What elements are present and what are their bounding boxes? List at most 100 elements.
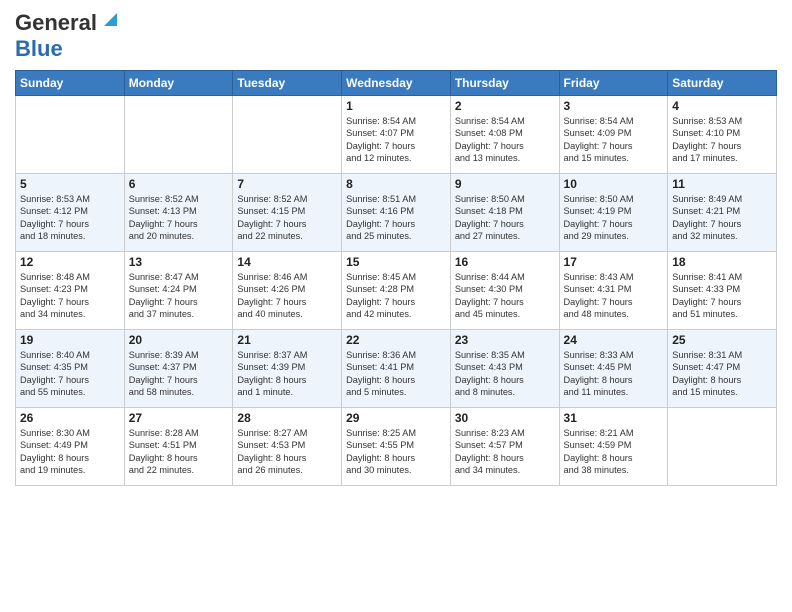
logo-general: General — [15, 10, 97, 36]
calendar-cell: 30Sunrise: 8:23 AMSunset: 4:57 PMDayligh… — [450, 408, 559, 486]
day-number: 25 — [672, 333, 772, 347]
col-header-friday: Friday — [559, 71, 668, 96]
calendar-cell — [16, 96, 125, 174]
calendar-cell: 21Sunrise: 8:37 AMSunset: 4:39 PMDayligh… — [233, 330, 342, 408]
day-number: 7 — [237, 177, 337, 191]
day-info: Sunrise: 8:47 AMSunset: 4:24 PMDaylight:… — [129, 271, 229, 321]
day-number: 6 — [129, 177, 229, 191]
day-number: 12 — [20, 255, 120, 269]
col-header-thursday: Thursday — [450, 71, 559, 96]
day-info: Sunrise: 8:53 AMSunset: 4:10 PMDaylight:… — [672, 115, 772, 165]
day-info: Sunrise: 8:50 AMSunset: 4:19 PMDaylight:… — [564, 193, 664, 243]
day-info: Sunrise: 8:52 AMSunset: 4:15 PMDaylight:… — [237, 193, 337, 243]
calendar-cell: 4 Sunrise: 8:53 AMSunset: 4:10 PMDaylight… — [668, 96, 777, 174]
calendar-week-2: 12 Sunrise: 8:48 AMSunset: 4:23 PMDayligh… — [16, 252, 777, 330]
calendar-cell: 24Sunrise: 8:33 AMSunset: 4:45 PMDayligh… — [559, 330, 668, 408]
day-info: Sunrise: 8:48 AMSunset: 4:23 PMDaylight:… — [20, 271, 120, 321]
calendar-cell — [233, 96, 342, 174]
logo-icon — [99, 8, 117, 26]
day-number: 27 — [129, 411, 229, 425]
calendar-cell: 23Sunrise: 8:35 AMSunset: 4:43 PMDayligh… — [450, 330, 559, 408]
calendar-cell: 1 Sunrise: 8:54 AMSunset: 4:07 PMDaylight… — [342, 96, 451, 174]
day-info: Sunrise: 8:54 AMSunset: 4:09 PMDaylight:… — [564, 115, 664, 165]
day-number: 3 — [564, 99, 664, 113]
day-number: 26 — [20, 411, 120, 425]
calendar-cell: 27 Sunrise: 8:28 AMSunset: 4:51 PMDayligh… — [124, 408, 233, 486]
day-number: 17 — [564, 255, 664, 269]
day-info: Sunrise: 8:46 AMSunset: 4:26 PMDaylight:… — [237, 271, 337, 321]
day-info: Sunrise: 8:30 AMSunset: 4:49 PMDaylight:… — [20, 427, 120, 477]
day-info: Sunrise: 8:39 AMSunset: 4:37 PMDaylight:… — [129, 349, 229, 399]
calendar-cell: 20 Sunrise: 8:39 AMSunset: 4:37 PMDayligh… — [124, 330, 233, 408]
day-info: Sunrise: 8:44 AMSunset: 4:30 PMDaylight:… — [455, 271, 555, 321]
day-number: 19 — [20, 333, 120, 347]
calendar-cell: 6 Sunrise: 8:52 AMSunset: 4:13 PMDaylight… — [124, 174, 233, 252]
day-number: 8 — [346, 177, 446, 191]
calendar-week-4: 26 Sunrise: 8:30 AMSunset: 4:49 PMDayligh… — [16, 408, 777, 486]
day-info: Sunrise: 8:23 AMSunset: 4:57 PMDaylight:… — [455, 427, 555, 477]
day-info: Sunrise: 8:45 AMSunset: 4:28 PMDaylight:… — [346, 271, 446, 321]
col-header-monday: Monday — [124, 71, 233, 96]
day-number: 29 — [346, 411, 446, 425]
day-number: 4 — [672, 99, 772, 113]
calendar-cell: 3 Sunrise: 8:54 AMSunset: 4:09 PMDaylight… — [559, 96, 668, 174]
calendar-cell: 19 Sunrise: 8:40 AMSunset: 4:35 PMDayligh… — [16, 330, 125, 408]
calendar-cell: 17 Sunrise: 8:43 AMSunset: 4:31 PMDayligh… — [559, 252, 668, 330]
day-info: Sunrise: 8:25 AMSunset: 4:55 PMDaylight:… — [346, 427, 446, 477]
calendar-cell: 25 Sunrise: 8:31 AMSunset: 4:47 PMDayligh… — [668, 330, 777, 408]
day-number: 11 — [672, 177, 772, 191]
day-number: 10 — [564, 177, 664, 191]
day-info: Sunrise: 8:27 AMSunset: 4:53 PMDaylight:… — [237, 427, 337, 477]
calendar-cell: 7 Sunrise: 8:52 AMSunset: 4:15 PMDaylight… — [233, 174, 342, 252]
calendar-cell: 15 Sunrise: 8:45 AMSunset: 4:28 PMDayligh… — [342, 252, 451, 330]
day-info: Sunrise: 8:31 AMSunset: 4:47 PMDaylight:… — [672, 349, 772, 399]
day-number: 22 — [346, 333, 446, 347]
day-number: 2 — [455, 99, 555, 113]
day-number: 9 — [455, 177, 555, 191]
page: General Blue SundayMondayTuesdayWednesda… — [0, 0, 792, 612]
day-number: 15 — [346, 255, 446, 269]
col-header-tuesday: Tuesday — [233, 71, 342, 96]
calendar-cell — [124, 96, 233, 174]
day-info: Sunrise: 8:41 AMSunset: 4:33 PMDaylight:… — [672, 271, 772, 321]
calendar-week-3: 19 Sunrise: 8:40 AMSunset: 4:35 PMDayligh… — [16, 330, 777, 408]
day-number: 20 — [129, 333, 229, 347]
calendar-cell: 28 Sunrise: 8:27 AMSunset: 4:53 PMDayligh… — [233, 408, 342, 486]
calendar-cell: 14Sunrise: 8:46 AMSunset: 4:26 PMDayligh… — [233, 252, 342, 330]
day-info: Sunrise: 8:43 AMSunset: 4:31 PMDaylight:… — [564, 271, 664, 321]
col-header-saturday: Saturday — [668, 71, 777, 96]
day-info: Sunrise: 8:21 AMSunset: 4:59 PMDaylight:… — [564, 427, 664, 477]
calendar-cell: 31 Sunrise: 8:21 AMSunset: 4:59 PMDayligh… — [559, 408, 668, 486]
day-info: Sunrise: 8:54 AMSunset: 4:07 PMDaylight:… — [346, 115, 446, 165]
day-info: Sunrise: 8:36 AMSunset: 4:41 PMDaylight:… — [346, 349, 446, 399]
day-info: Sunrise: 8:37 AMSunset: 4:39 PMDaylight:… — [237, 349, 337, 399]
calendar: SundayMondayTuesdayWednesdayThursdayFrid… — [15, 70, 777, 486]
day-info: Sunrise: 8:52 AMSunset: 4:13 PMDaylight:… — [129, 193, 229, 243]
header: General Blue — [15, 10, 777, 62]
day-number: 16 — [455, 255, 555, 269]
day-info: Sunrise: 8:28 AMSunset: 4:51 PMDaylight:… — [129, 427, 229, 477]
calendar-cell: 22 Sunrise: 8:36 AMSunset: 4:41 PMDayligh… — [342, 330, 451, 408]
day-info: Sunrise: 8:40 AMSunset: 4:35 PMDaylight:… — [20, 349, 120, 399]
day-number: 18 — [672, 255, 772, 269]
day-number: 31 — [564, 411, 664, 425]
day-info: Sunrise: 8:50 AMSunset: 4:18 PMDaylight:… — [455, 193, 555, 243]
calendar-cell: 10 Sunrise: 8:50 AMSunset: 4:19 PMDayligh… — [559, 174, 668, 252]
day-info: Sunrise: 8:54 AMSunset: 4:08 PMDaylight:… — [455, 115, 555, 165]
logo: General Blue — [15, 10, 117, 62]
day-number: 13 — [129, 255, 229, 269]
calendar-header-row: SundayMondayTuesdayWednesdayThursdayFrid… — [16, 71, 777, 96]
day-number: 23 — [455, 333, 555, 347]
calendar-cell: 18 Sunrise: 8:41 AMSunset: 4:33 PMDayligh… — [668, 252, 777, 330]
calendar-cell: 13 Sunrise: 8:47 AMSunset: 4:24 PMDayligh… — [124, 252, 233, 330]
day-number: 28 — [237, 411, 337, 425]
calendar-cell: 8 Sunrise: 8:51 AMSunset: 4:16 PMDaylight… — [342, 174, 451, 252]
day-info: Sunrise: 8:51 AMSunset: 4:16 PMDaylight:… — [346, 193, 446, 243]
calendar-cell: 11Sunrise: 8:49 AMSunset: 4:21 PMDayligh… — [668, 174, 777, 252]
calendar-cell: 5Sunrise: 8:53 AMSunset: 4:12 PMDaylight… — [16, 174, 125, 252]
calendar-week-1: 5Sunrise: 8:53 AMSunset: 4:12 PMDaylight… — [16, 174, 777, 252]
day-number: 24 — [564, 333, 664, 347]
day-number: 1 — [346, 99, 446, 113]
calendar-week-0: 1 Sunrise: 8:54 AMSunset: 4:07 PMDaylight… — [16, 96, 777, 174]
logo-blue: Blue — [15, 36, 63, 62]
